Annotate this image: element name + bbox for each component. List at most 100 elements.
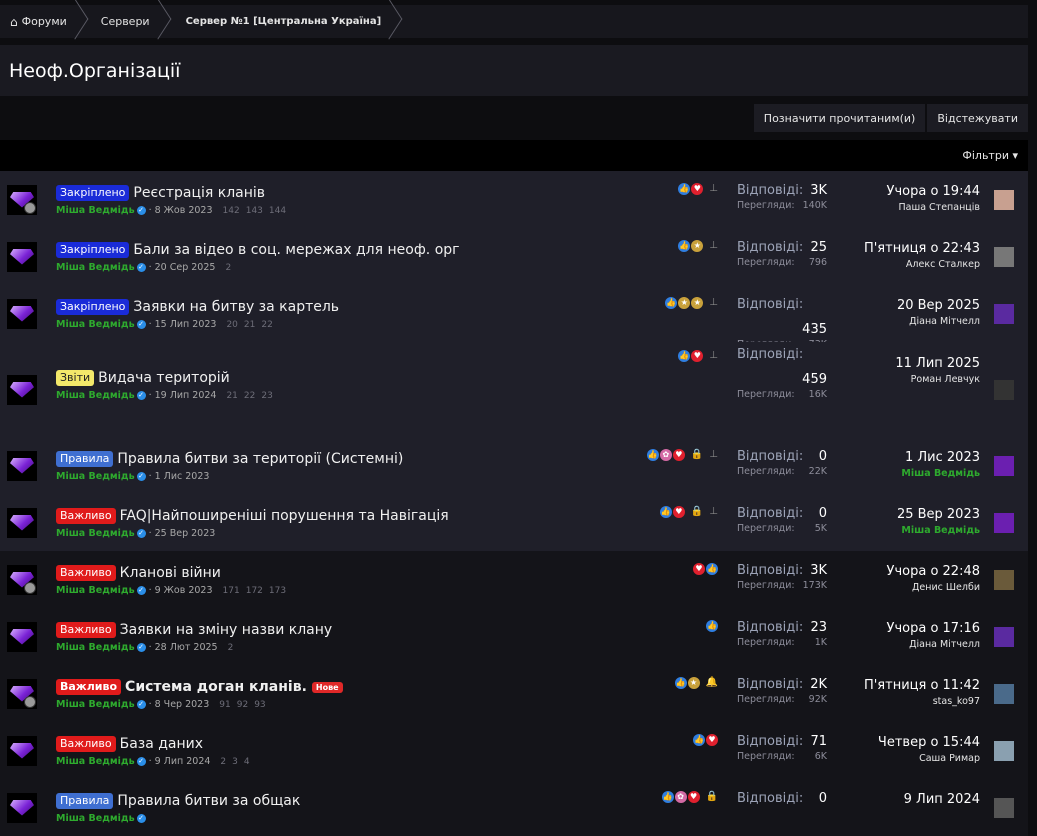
page-link[interactable]: 2 [225,263,231,273]
thread-prefix[interactable]: Важливо [56,622,116,638]
thread-title[interactable]: Реєстрація кланів [133,185,265,201]
page-link[interactable]: 4 [244,757,250,767]
thread-author[interactable]: Міша Ведмідь [56,699,135,710]
thread-prefix[interactable]: Правила [56,451,114,467]
page-link[interactable]: 93 [254,700,265,710]
author-avatar[interactable] [7,450,37,481]
thread-prefix[interactable]: Закріплено [56,242,130,258]
last-post-date[interactable]: 11 Лип 2025 [895,356,980,371]
thread-author[interactable]: Міша Ведмідь [56,528,135,539]
page-link[interactable]: 20 [226,320,237,330]
thread-author[interactable]: Міша Ведмідь [56,319,135,330]
last-post-user[interactable]: Паша Степанців [887,202,980,213]
author-avatar[interactable] [7,735,37,766]
last-post-user[interactable]: Діана Мітчелл [897,316,980,327]
page-link[interactable]: 142 [223,206,240,216]
thread-title-line[interactable]: Важливо Кланові війни [56,565,221,581]
last-poster-avatar[interactable] [994,740,1014,761]
page-link[interactable]: 171 [223,586,240,596]
thread-author[interactable]: Міша Ведмідь [56,262,135,273]
thread-row[interactable]: Важливо База даних Міша Ведмідь ✓ · 9 Лип 20… [0,722,1028,779]
thread-author[interactable]: Міша Ведмідь [56,756,135,767]
last-poster-avatar[interactable] [994,246,1014,267]
breadcrumb-servers[interactable]: Сервери [81,5,164,38]
thread-prefix[interactable]: Важливо [56,679,122,695]
last-post[interactable]: П'ятниця о 11:42 stas_ko97 [864,678,980,707]
breadcrumb-server-1[interactable]: Сервер №1 [Центральна Україна] [164,5,396,38]
author-avatar[interactable] [7,621,37,652]
last-poster-avatar[interactable] [994,379,1014,400]
thread-author[interactable]: Міша Ведмідь [56,642,135,653]
last-post-user[interactable]: Міша Ведмідь [901,468,980,479]
thread-title-line[interactable]: Правила Правила битви за території (Систе… [56,451,403,467]
thread-title[interactable]: Система доган кланів. [125,679,307,695]
author-avatar[interactable] [7,564,37,595]
thread-row[interactable]: Важливо Кланові війни Міша Ведмідь ✓ · 9 Жов… [0,551,1028,608]
thread-title-line[interactable]: Звіти Видача територій [56,370,230,386]
thread-prefix[interactable]: Закріплено [56,185,130,201]
thread-title[interactable]: Правила битви за общак [117,793,300,809]
thread-row[interactable]: Правила Правила битви за общак Міша Ведмід… [0,779,1028,836]
last-post[interactable]: 11 Лип 2025 Роман Левчук [895,356,980,385]
thread-title[interactable]: Видача територій [98,370,230,386]
author-avatar[interactable] [7,374,37,405]
thread-title-line[interactable]: Важливо Заявки на зміну назви клану [56,622,332,638]
thread-title-line[interactable]: Важливо Система доган кланів. Нове [56,679,343,695]
page-link[interactable]: 92 [237,700,248,710]
thread-title[interactable]: Кланові війни [120,565,221,581]
thread-author[interactable]: Міша Ведмідь [56,471,135,482]
thread-title[interactable]: Правила битви за території (Системні) [117,451,403,467]
filters-button[interactable]: Фільтри ▾ [962,149,1018,162]
page-link[interactable]: 21 [244,320,255,330]
page-link[interactable]: 23 [261,391,272,401]
last-post-user[interactable]: Міша Ведмідь [897,525,980,536]
thread-prefix[interactable]: Важливо [56,565,116,581]
last-post-date[interactable]: Учора о 19:44 [887,184,980,199]
author-avatar[interactable] [7,241,37,272]
thread-prefix[interactable]: Важливо [56,508,116,524]
thread-title-line[interactable]: Закріплено Реєстрація кланів [56,185,265,201]
page-link[interactable]: 143 [246,206,263,216]
breadcrumb-forums[interactable]: ⌂ Форуми [0,5,81,38]
thread-prefix[interactable]: Закріплено [56,299,130,315]
thread-title-line[interactable]: Закріплено Бали за відео в соц. мережах д… [56,242,460,258]
thread-title[interactable]: База даних [120,736,203,752]
watch-button[interactable]: Відстежувати [927,104,1028,132]
author-avatar[interactable] [7,792,37,823]
last-post[interactable]: Учора о 22:48 Денис Шелби [887,564,980,593]
page-link[interactable]: 22 [261,320,272,330]
thread-title-line[interactable]: Правила Правила битви за общак [56,793,300,809]
thread-prefix[interactable]: Правила [56,793,114,809]
last-post-date[interactable]: 1 Лис 2023 [901,450,980,465]
thread-title[interactable]: Заявки на зміну назви клану [120,622,333,638]
last-post-date[interactable]: 25 Вер 2023 [897,507,980,522]
page-link[interactable]: 173 [269,586,286,596]
last-poster-avatar[interactable] [994,189,1014,210]
thread-title[interactable]: FAQ|Найпоширеніші порушення та Навігація [120,508,449,524]
last-post[interactable]: Четвер о 15:44 Саша Римар [878,735,980,764]
last-post-user[interactable]: stas_ko97 [864,696,980,707]
last-post-date[interactable]: П'ятниця о 11:42 [864,678,980,693]
last-post-date[interactable]: Четвер о 15:44 [878,735,980,750]
last-poster-avatar[interactable] [994,683,1014,704]
thread-title-line[interactable]: Важливо FAQ|Найпоширеніші порушення та На… [56,508,449,524]
author-avatar[interactable] [7,507,37,538]
thread-row[interactable]: Важливо Заявки на зміну назви клану Міша В… [0,608,1028,665]
last-post[interactable]: Учора о 19:44 Паша Степанців [887,184,980,213]
author-avatar[interactable] [7,678,37,709]
last-poster-avatar[interactable] [994,626,1014,647]
last-post-user[interactable]: Діана Мітчелл [887,639,980,650]
last-poster-avatar[interactable] [994,797,1014,818]
thread-row[interactable]: Закріплено Заявки на битву за картель Міша… [0,285,1028,350]
page-link[interactable]: 144 [269,206,286,216]
thread-prefix[interactable]: Важливо [56,736,116,752]
last-post[interactable]: Учора о 17:16 Діана Мітчелл [887,621,980,650]
last-post-user[interactable]: Саша Римар [878,753,980,764]
last-post-user[interactable]: Алекс Сталкер [864,259,980,270]
thread-author[interactable]: Міша Ведмідь [56,813,135,824]
last-post-date[interactable]: П'ятниця о 22:43 [864,241,980,256]
last-post-date[interactable]: 20 Вер 2025 [897,298,980,313]
author-avatar[interactable] [7,184,37,215]
thread-author[interactable]: Міша Ведмідь [56,585,135,596]
last-poster-avatar[interactable] [994,569,1014,590]
